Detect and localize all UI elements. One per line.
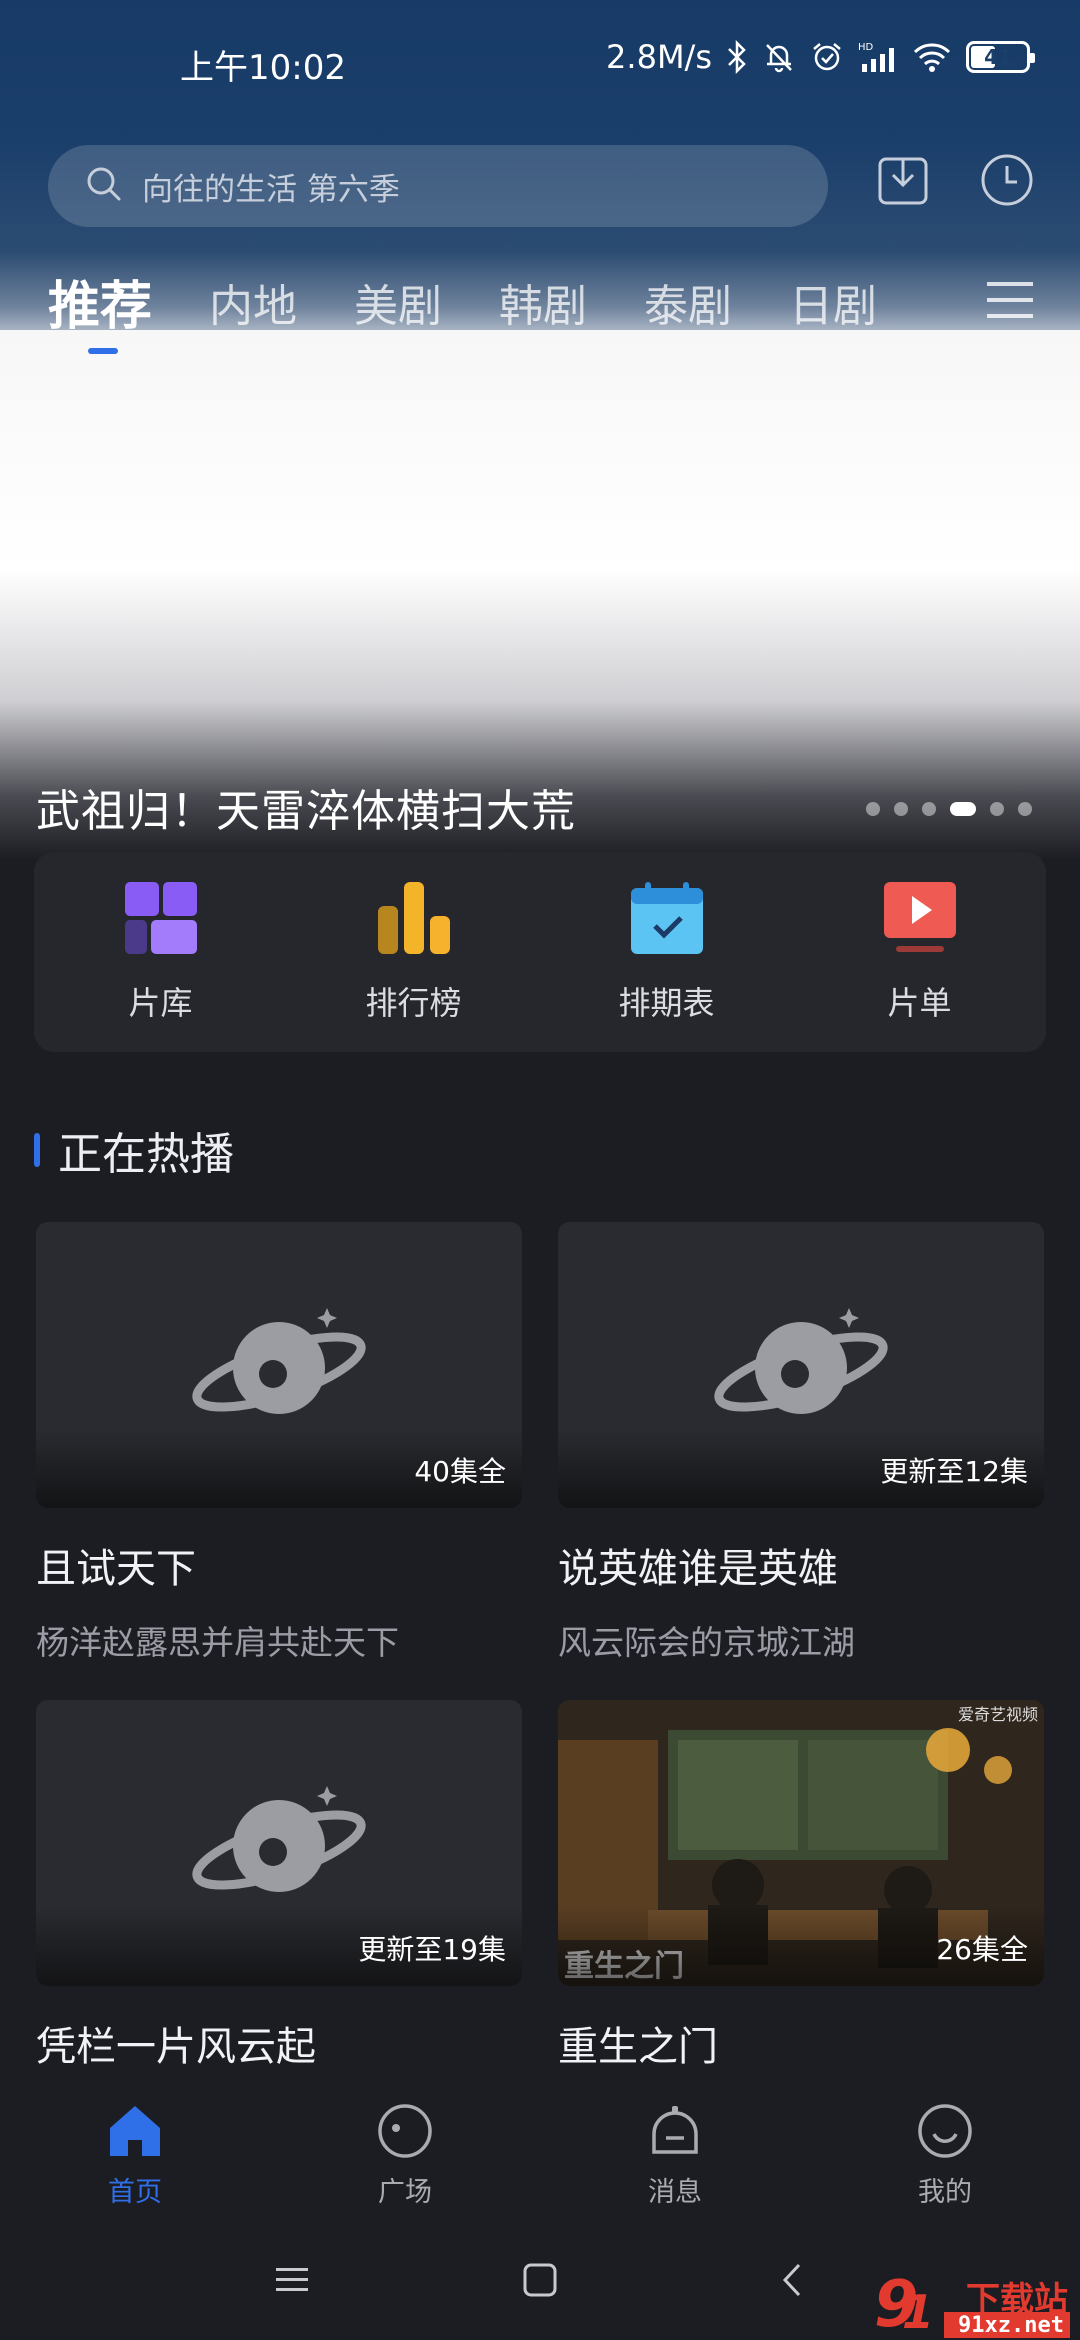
status-icons: 2.8M/s HD 41 xyxy=(606,38,1035,76)
episode-badge: 26集全 xyxy=(936,1933,1028,1966)
quick-entry-panel: 片库 排行榜 排期表 片单 xyxy=(34,852,1046,1052)
drama-subtitle: 杨洋赵露思并肩共赴天下 xyxy=(36,1623,399,1662)
banner-title[interactable]: 武祖归！天雷淬体横扫大荒 xyxy=(36,775,576,839)
category-tabs: 推荐 内地 美剧 韩剧 泰剧 日剧 xyxy=(48,262,1038,354)
mute-bell-icon xyxy=(762,40,796,74)
indicator-dot xyxy=(1018,802,1032,816)
tab-mainland[interactable]: 内地 xyxy=(209,272,297,342)
indicator-dot xyxy=(894,802,908,816)
playlist-icon xyxy=(882,880,958,960)
svg-text:1: 1 xyxy=(902,2285,934,2339)
section-title: 正在热播 xyxy=(58,1129,234,1180)
svg-text:HD: HD xyxy=(858,42,874,53)
signal-icon: HD xyxy=(858,40,898,74)
home-icon xyxy=(106,2102,164,2164)
drama-title[interactable]: 且试天下 xyxy=(36,1536,522,1594)
search-input[interactable]: 向往的生活 第六季 xyxy=(48,145,828,227)
home-button-icon[interactable] xyxy=(510,2250,570,2310)
section-accent-bar xyxy=(34,1133,40,1167)
placeholder-planet-icon xyxy=(714,1308,888,1414)
tab-recommend[interactable]: 推荐 xyxy=(48,272,152,354)
placeholder-planet-icon xyxy=(192,1308,366,1414)
indicator-dot xyxy=(990,802,1004,816)
episode-badge: 40集全 xyxy=(414,1455,506,1488)
plaza-icon xyxy=(376,2102,434,2164)
nav-label: 首页 xyxy=(108,2177,162,2208)
drama-card[interactable]: 重生之门 爱奇艺视频 26集全 重生之门 xyxy=(558,1700,1044,2072)
nav-profile[interactable]: 我的 xyxy=(810,2080,1080,2210)
nav-plaza[interactable]: 广场 xyxy=(270,2080,540,2210)
episode-badge: 更新至12集 xyxy=(880,1455,1028,1488)
smile-icon xyxy=(916,2102,974,2164)
status-bar: 上午10:02 2.8M/s HD 41 xyxy=(0,0,1080,120)
quick-entry-playlist[interactable]: 片单 xyxy=(820,880,1020,1024)
battery-icon: 41 xyxy=(966,41,1035,73)
bluetooth-icon xyxy=(726,40,748,74)
quick-entry-label: 片单 xyxy=(887,984,952,1022)
alarm-icon xyxy=(810,40,844,74)
indicator-dot-active xyxy=(950,802,976,816)
drama-thumbnail[interactable]: 重生之门 爱奇艺视频 26集全 xyxy=(558,1700,1044,1986)
bell-icon xyxy=(646,2102,704,2164)
network-speed: 2.8M/s xyxy=(606,38,712,76)
quick-entry-ranking[interactable]: 排行榜 xyxy=(314,880,514,1024)
ranking-icon xyxy=(376,880,452,960)
nav-label: 消息 xyxy=(648,2177,702,2208)
system-navigation-bar: 9 1 下载站 91xz.net xyxy=(0,2210,1080,2340)
drama-title[interactable]: 凭栏一片风云起 xyxy=(36,2014,522,2072)
nav-label: 广场 xyxy=(378,2177,432,2208)
svg-text:爱奇艺视频: 爱奇艺视频 xyxy=(958,1705,1038,1724)
drama-thumbnail[interactable]: 更新至19集 xyxy=(36,1700,522,1986)
watermark-text-bottom: 91xz.net xyxy=(958,2313,1064,2338)
tab-korean-drama[interactable]: 韩剧 xyxy=(499,272,587,342)
status-time: 上午10:02 xyxy=(180,48,346,88)
drama-card[interactable]: 更新至19集 凭栏一片风云起 xyxy=(36,1700,522,2072)
quick-entry-schedule[interactable]: 排期表 xyxy=(567,880,767,1024)
drama-card[interactable]: 40集全 且试天下 杨洋赵露思并肩共赴天下 xyxy=(36,1222,522,1664)
quick-entry-label: 排期表 xyxy=(618,984,715,1022)
download-icon[interactable] xyxy=(868,145,938,215)
drama-thumbnail[interactable]: 40集全 xyxy=(36,1222,522,1508)
history-icon[interactable] xyxy=(972,145,1042,215)
quick-entry-label: 排行榜 xyxy=(365,984,462,1022)
nav-label: 我的 xyxy=(918,2177,972,2208)
nav-home[interactable]: 首页 xyxy=(0,2080,270,2210)
tab-us-drama[interactable]: 美剧 xyxy=(354,272,442,342)
drama-subtitle: 风云际会的京城江湖 xyxy=(558,1623,855,1662)
schedule-icon xyxy=(629,880,705,960)
drama-title[interactable]: 重生之门 xyxy=(558,2014,1044,2072)
battery-level: 41 xyxy=(984,45,1012,69)
tab-thai-drama[interactable]: 泰剧 xyxy=(644,272,732,342)
library-icon xyxy=(123,880,199,960)
quick-entry-library[interactable]: 片库 xyxy=(61,880,261,1024)
banner-indicator xyxy=(866,802,1032,816)
recents-icon[interactable] xyxy=(262,2250,322,2310)
drama-thumbnail[interactable]: 更新至12集 xyxy=(558,1222,1044,1508)
tab-japanese-drama[interactable]: 日剧 xyxy=(789,272,877,342)
bottom-navigation: 首页 广场 消息 我的 xyxy=(0,2080,1080,2210)
section-header: 正在热播 xyxy=(34,1118,234,1182)
search-placeholder: 向往的生活 第六季 xyxy=(142,171,400,208)
menu-icon[interactable] xyxy=(980,270,1040,330)
drama-card[interactable]: 更新至12集 说英雄谁是英雄 风云际会的京城江湖 xyxy=(558,1222,1044,1664)
search-icon xyxy=(84,164,124,208)
wifi-icon xyxy=(912,40,952,74)
episode-badge: 更新至19集 xyxy=(358,1933,506,1966)
quick-entry-label: 片库 xyxy=(128,984,193,1022)
indicator-dot xyxy=(922,802,936,816)
back-icon[interactable] xyxy=(762,2250,822,2310)
drama-title[interactable]: 说英雄谁是英雄 xyxy=(558,1536,1044,1594)
site-watermark: 9 1 下载站 91xz.net xyxy=(872,2268,1072,2340)
placeholder-planet-icon xyxy=(192,1786,366,1892)
nav-messages[interactable]: 消息 xyxy=(540,2080,810,2210)
indicator-dot xyxy=(866,802,880,816)
